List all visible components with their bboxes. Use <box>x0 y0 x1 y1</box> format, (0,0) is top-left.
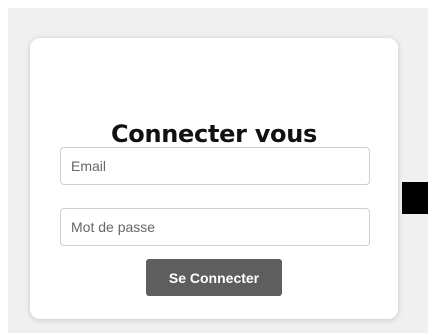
black-block <box>402 182 428 214</box>
login-button[interactable]: Se Connecter <box>146 259 282 296</box>
password-input[interactable] <box>60 208 370 246</box>
email-input[interactable] <box>60 147 370 185</box>
page-title: Connecter vous <box>110 120 318 148</box>
login-card: Connecter vous Se Connecter <box>30 38 398 319</box>
